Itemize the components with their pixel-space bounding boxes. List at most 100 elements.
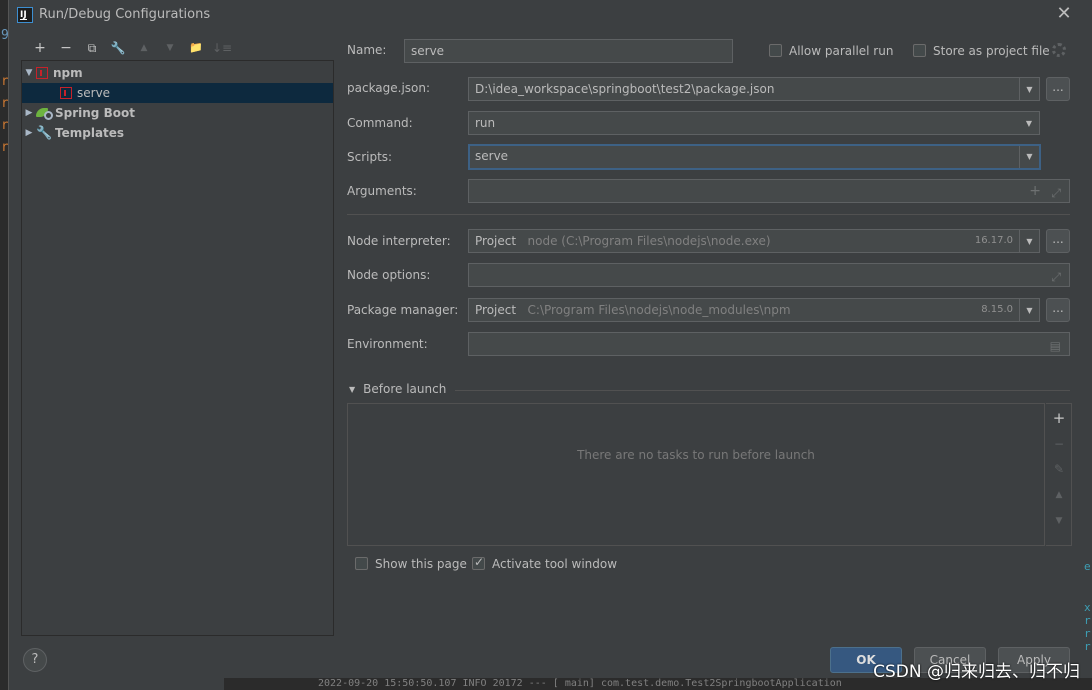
node-options-label: Node options:	[347, 268, 431, 282]
task-list-toolbar: + − ✎ ▲ ▼	[1046, 403, 1072, 546]
tree-node-npm[interactable]: ▼ npm	[22, 63, 333, 83]
tree-label-serve: serve	[77, 86, 111, 100]
command-value: run	[475, 116, 496, 130]
npm-icon	[36, 67, 48, 79]
expand-icon[interactable]: ⤢	[1051, 182, 1061, 202]
csdn-watermark: CSDN @归来归去、归不归	[873, 662, 1080, 682]
spring-boot-icon	[36, 107, 53, 120]
browse-package-json-button[interactable]: ...	[1046, 77, 1070, 101]
add-config-button[interactable]: +	[27, 38, 53, 58]
empty-tasks-message: There are no tasks to run before launch	[577, 448, 815, 462]
separator	[347, 214, 1070, 215]
command-label: Command:	[347, 116, 413, 130]
help-button[interactable]: ?	[23, 648, 47, 672]
scripts-value: serve	[475, 149, 509, 163]
tree-label-npm: npm	[53, 66, 83, 80]
tree-node-templates[interactable]: ▶ 🔧 Templates	[22, 123, 333, 143]
tree-label-templates: Templates	[55, 126, 125, 140]
package-json-label: package.json:	[347, 81, 431, 95]
intellij-logo-icon: IJ	[17, 7, 33, 23]
edit-templates-button[interactable]: 🔧	[105, 38, 131, 58]
package-json-select[interactable]: D:\idea_workspace\springboot\test2\packa…	[468, 77, 1040, 101]
before-launch-toggle[interactable]: ▼ Before launch	[349, 382, 446, 396]
allow-parallel-label: Allow parallel run	[789, 44, 894, 58]
store-project-checkbox[interactable]	[913, 44, 926, 57]
package-manager-path: C:\Program Files\nodejs\node_modules\npm	[527, 303, 791, 317]
edit-task-icon[interactable]: ✎	[1046, 457, 1072, 481]
tree-node-spring-boot[interactable]: ▶ Spring Boot	[22, 103, 333, 123]
collapse-arrow-icon[interactable]: ▶	[22, 108, 36, 118]
move-down-button[interactable]: ▼	[157, 38, 183, 58]
package-json-value: D:\idea_workspace\springboot\test2\packa…	[475, 82, 775, 96]
expand-arrow-icon[interactable]: ▼	[22, 68, 36, 78]
node-interpreter-select[interactable]: Project node (C:\Program Files\nodejs\no…	[468, 229, 1040, 253]
scripts-label: Scripts:	[347, 150, 393, 164]
background-editor-edge: exrrr	[1084, 560, 1091, 653]
move-up-button[interactable]: ▲	[131, 38, 157, 58]
activate-window-label: Activate tool window	[492, 557, 618, 571]
browse-package-manager-button[interactable]: ...	[1046, 298, 1070, 322]
arguments-field[interactable]: + ⤢	[468, 179, 1070, 203]
remove-task-icon[interactable]: −	[1046, 432, 1072, 456]
close-icon[interactable]: ✕	[1054, 4, 1074, 24]
new-folder-button[interactable]: 📁	[183, 38, 209, 58]
arrow-down-icon: ▼	[166, 43, 174, 53]
arrow-up-icon: ▲	[140, 43, 148, 53]
config-tree: ▼ npm serve ▶ Spring Boot ▶ 🔧 Templates	[21, 60, 334, 636]
document-icon[interactable]: ▤	[1050, 335, 1061, 355]
before-launch-task-list[interactable]: There are no tasks to run before launch	[347, 403, 1045, 546]
chevron-down-icon[interactable]: ▼	[1019, 146, 1039, 168]
command-select[interactable]: run ▼	[468, 111, 1040, 135]
chevron-down-icon[interactable]: ▼	[1019, 299, 1039, 321]
package-manager-select[interactable]: Project C:\Program Files\nodejs\node_mod…	[468, 298, 1040, 322]
scripts-select[interactable]: serve ▼	[468, 144, 1041, 170]
package-manager-label: Package manager:	[347, 303, 459, 317]
store-project-label: Store as project file	[933, 44, 1050, 58]
chevron-down-icon: ▼	[349, 384, 356, 394]
allow-parallel-checkbox[interactable]	[769, 44, 782, 57]
separator	[455, 390, 1070, 391]
title-bar: IJ Run/Debug Configurations ✕	[9, 0, 1092, 30]
node-interpreter-label: Node interpreter:	[347, 234, 451, 248]
copy-config-button[interactable]: ⧉	[79, 38, 105, 58]
dialog-title: Run/Debug Configurations	[39, 7, 211, 22]
before-launch-heading: Before launch	[363, 382, 447, 396]
package-manager-prefix: Project	[475, 303, 517, 317]
activate-window-checkbox[interactable]	[472, 555, 485, 570]
name-field[interactable]: serve	[404, 39, 733, 63]
config-toolbar: + − ⧉ 🔧 ▲ ▼ 📁 ↓≡	[27, 38, 235, 58]
sort-button[interactable]: ↓≡	[209, 38, 235, 58]
sort-icon: ↓≡	[211, 41, 233, 55]
move-task-up-icon[interactable]: ▲	[1046, 483, 1072, 507]
browse-node-interpreter-button[interactable]: ...	[1046, 229, 1070, 253]
environment-label: Environment:	[347, 337, 428, 351]
chevron-down-icon[interactable]: ▼	[1019, 78, 1039, 100]
show-page-label: Show this page	[375, 557, 467, 571]
environment-field[interactable]: ▤	[468, 332, 1070, 356]
node-interpreter-version: 16.17.0	[974, 235, 1013, 246]
tree-node-serve[interactable]: serve	[22, 83, 333, 103]
add-task-icon[interactable]: +	[1046, 406, 1072, 430]
folder-icon: 📁	[189, 41, 203, 54]
wrench-icon: 🔧	[110, 41, 126, 55]
node-options-field[interactable]: ⤢	[468, 263, 1070, 287]
remove-config-button[interactable]: −	[53, 38, 79, 58]
npm-icon	[60, 87, 72, 99]
arguments-label: Arguments:	[347, 184, 417, 198]
wrench-icon: 🔧	[36, 125, 53, 141]
expand-icon[interactable]: ⤢	[1051, 266, 1061, 286]
plus-icon[interactable]: +	[1029, 180, 1041, 202]
collapse-arrow-icon[interactable]: ▶	[22, 128, 36, 138]
node-interpreter-path: node (C:\Program Files\nodejs\node.exe)	[527, 234, 771, 248]
chevron-down-icon[interactable]: ▼	[1019, 112, 1039, 134]
move-task-down-icon[interactable]: ▼	[1046, 509, 1072, 533]
show-page-checkbox[interactable]	[355, 557, 368, 570]
gear-icon[interactable]	[1052, 43, 1066, 57]
chevron-down-icon[interactable]: ▼	[1019, 230, 1039, 252]
package-manager-version: 8.15.0	[981, 304, 1013, 315]
node-interpreter-prefix: Project	[475, 234, 517, 248]
background-editor-gutter: 9 r r r r	[0, 0, 9, 690]
run-debug-dialog: IJ Run/Debug Configurations ✕ + − ⧉ 🔧 ▲ …	[8, 0, 1092, 690]
name-label: Name:	[347, 43, 387, 57]
copy-icon: ⧉	[87, 41, 97, 55]
